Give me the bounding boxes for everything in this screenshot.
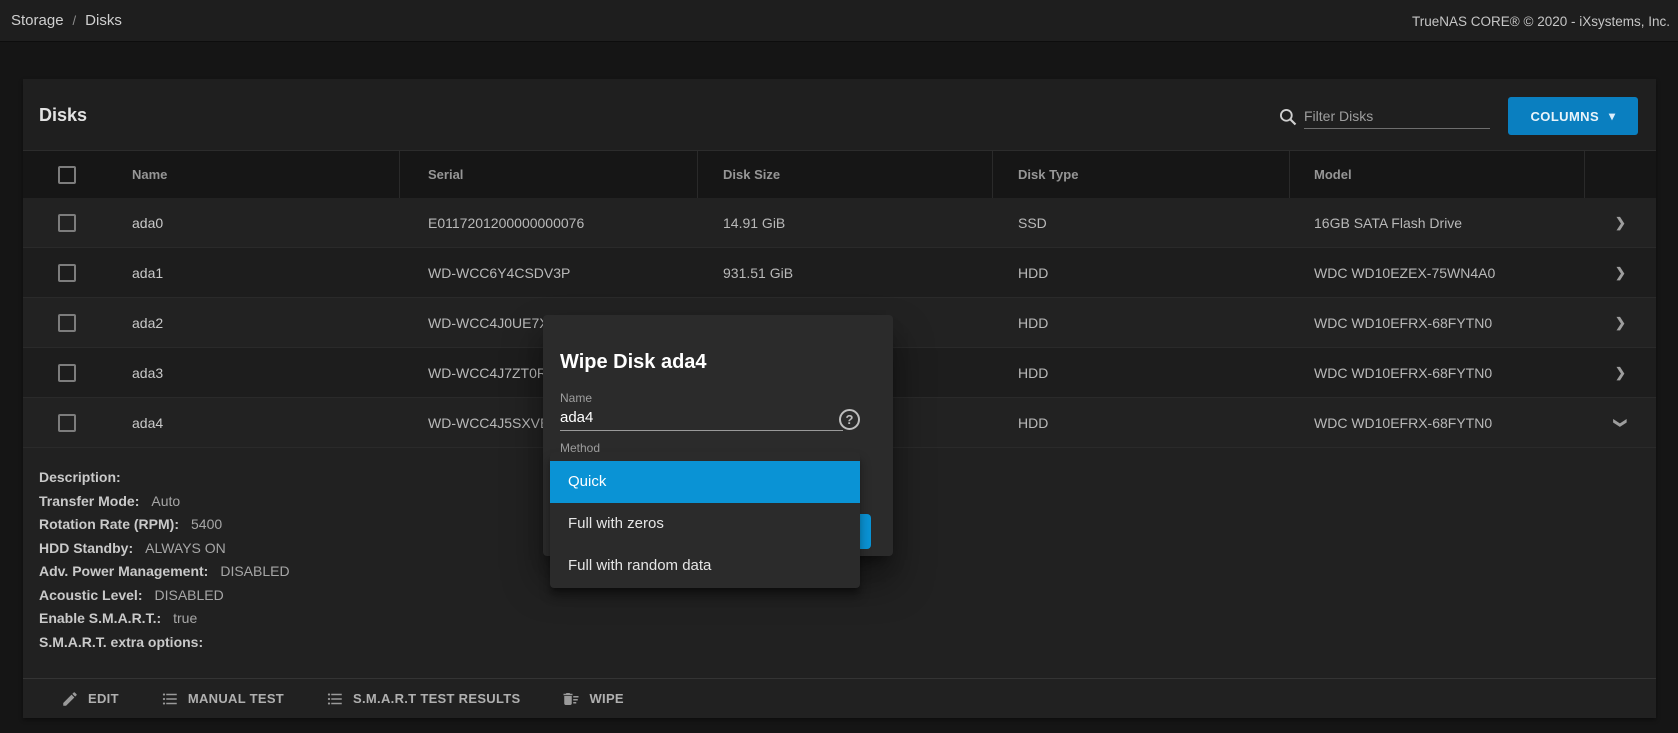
breadcrumb: Storage / Disks	[11, 12, 122, 29]
wipe-button-label: WIPE	[589, 691, 623, 706]
detail-label: HDD Standby:	[39, 540, 133, 556]
breadcrumb-disks: Disks	[85, 12, 122, 29]
edit-button[interactable]: EDIT	[61, 690, 119, 708]
detail-value: DISABLED	[220, 563, 289, 579]
cell-model: WDC WD10EZEX-75WN4A0	[1290, 248, 1585, 297]
cell-disk-type: SSD	[993, 198, 1290, 247]
chevron-down-icon[interactable]: ❯	[1613, 417, 1629, 428]
header-disk-type[interactable]: Disk Type	[993, 151, 1290, 198]
breadcrumb-storage[interactable]: Storage	[11, 12, 64, 29]
name-field-label: Name	[560, 391, 592, 405]
row-checkbox[interactable]	[58, 214, 76, 232]
help-icon[interactable]: ?	[839, 409, 860, 430]
disk-actions-toolbar: EDIT MANUAL TEST S.M.A.R.T TEST RESULTS …	[23, 678, 1656, 718]
detail-value: DISABLED	[154, 587, 223, 603]
detail-row: S.M.A.R.T. extra options:	[39, 631, 1656, 655]
header-disk-size[interactable]: Disk Size	[698, 151, 993, 198]
top-bar: Storage / Disks TrueNAS CORE® © 2020 - i…	[0, 0, 1678, 42]
detail-value: ALWAYS ON	[145, 540, 226, 556]
dialog-title: Wipe Disk ada4	[560, 351, 707, 374]
cell-disk-type: HDD	[993, 348, 1290, 397]
wipe-button[interactable]: WIPE	[562, 690, 623, 708]
filter-disks-input[interactable]	[1304, 103, 1490, 129]
chevron-right-icon[interactable]: ❯	[1615, 365, 1626, 381]
row-checkbox[interactable]	[58, 314, 76, 332]
wipe-icon	[562, 690, 580, 708]
cell-disk-type: HDD	[993, 248, 1290, 297]
search-icon	[1278, 107, 1298, 127]
detail-value: 5400	[191, 516, 222, 532]
columns-button[interactable]: COLUMNS ▾	[1508, 97, 1638, 135]
table-header-row: Name Serial Disk Size Disk Type Model	[23, 150, 1656, 198]
chevron-right-icon[interactable]: ❯	[1615, 315, 1626, 331]
cell-model: 16GB SATA Flash Drive	[1290, 198, 1585, 247]
header-model[interactable]: Model	[1290, 151, 1585, 198]
method-option-full-random[interactable]: Full with random data	[550, 545, 860, 587]
cell-serial: E0117201200000000076	[400, 198, 698, 247]
cell-serial: WD-WCC6Y4CSDV3P	[400, 248, 698, 297]
smart-test-results-button[interactable]: S.M.A.R.T TEST RESULTS	[326, 690, 520, 708]
truenas-disks-page: Storage / Disks TrueNAS CORE® © 2020 - i…	[0, 0, 1678, 733]
method-option-quick[interactable]: Quick	[550, 461, 860, 503]
cell-name: ada3	[123, 348, 400, 397]
detail-row: Enable S.M.A.R.T.: true	[39, 607, 1656, 631]
brand-copyright: TrueNAS CORE® © 2020 - iXsystems, Inc.	[1412, 0, 1670, 42]
detail-label: Description:	[39, 469, 121, 485]
header-name[interactable]: Name	[123, 151, 400, 198]
bulleted-list-icon	[326, 690, 344, 708]
smart-test-results-button-label: S.M.A.R.T TEST RESULTS	[353, 691, 520, 706]
cell-disk-size: 14.91 GiB	[698, 198, 993, 247]
edit-button-label: EDIT	[88, 691, 119, 706]
detail-label: Rotation Rate (RPM):	[39, 516, 179, 532]
detail-label: S.M.A.R.T. extra options:	[39, 634, 203, 650]
detail-label: Enable S.M.A.R.T.:	[39, 610, 161, 626]
select-all-checkbox[interactable]	[58, 166, 76, 184]
method-dropdown-panel: Quick Full with zeros Full with random d…	[550, 452, 860, 588]
cell-name: ada2	[123, 298, 400, 347]
detail-label: Adv. Power Management:	[39, 563, 208, 579]
cell-name: ada0	[123, 198, 400, 247]
bulleted-list-icon	[161, 690, 179, 708]
detail-label: Acoustic Level:	[39, 587, 142, 603]
manual-test-button[interactable]: MANUAL TEST	[161, 690, 284, 708]
detail-value: true	[173, 610, 197, 626]
cell-model: WDC WD10EFRX-68FYTN0	[1290, 298, 1585, 347]
pencil-icon	[61, 690, 79, 708]
row-checkbox[interactable]	[58, 264, 76, 282]
chevron-right-icon[interactable]: ❯	[1615, 215, 1626, 231]
header-serial[interactable]: Serial	[400, 151, 698, 198]
chevron-right-icon[interactable]: ❯	[1615, 265, 1626, 281]
cell-disk-type: HDD	[993, 298, 1290, 347]
disk-name-input[interactable]	[560, 405, 843, 431]
manual-test-button-label: MANUAL TEST	[188, 691, 284, 706]
table-row-ada1[interactable]: ada1 WD-WCC6Y4CSDV3P 931.51 GiB HDD WDC …	[23, 248, 1656, 298]
table-row-ada0[interactable]: ada0 E0117201200000000076 14.91 GiB SSD …	[23, 198, 1656, 248]
cell-disk-type: HDD	[993, 398, 1290, 447]
row-checkbox[interactable]	[58, 414, 76, 432]
breadcrumb-separator: /	[73, 13, 77, 28]
cell-name: ada1	[123, 248, 400, 297]
page-title: Disks	[39, 105, 87, 126]
method-option-full-zeros[interactable]: Full with zeros	[550, 503, 860, 545]
cell-model: WDC WD10EFRX-68FYTN0	[1290, 348, 1585, 397]
columns-button-label: COLUMNS	[1531, 109, 1600, 124]
cell-model: WDC WD10EFRX-68FYTN0	[1290, 398, 1585, 447]
cell-name: ada4	[123, 398, 400, 447]
detail-label: Transfer Mode:	[39, 493, 139, 509]
cell-disk-size: 931.51 GiB	[698, 248, 993, 297]
row-checkbox[interactable]	[58, 364, 76, 382]
caret-down-icon: ▾	[1609, 109, 1615, 123]
detail-value: Auto	[151, 493, 180, 509]
